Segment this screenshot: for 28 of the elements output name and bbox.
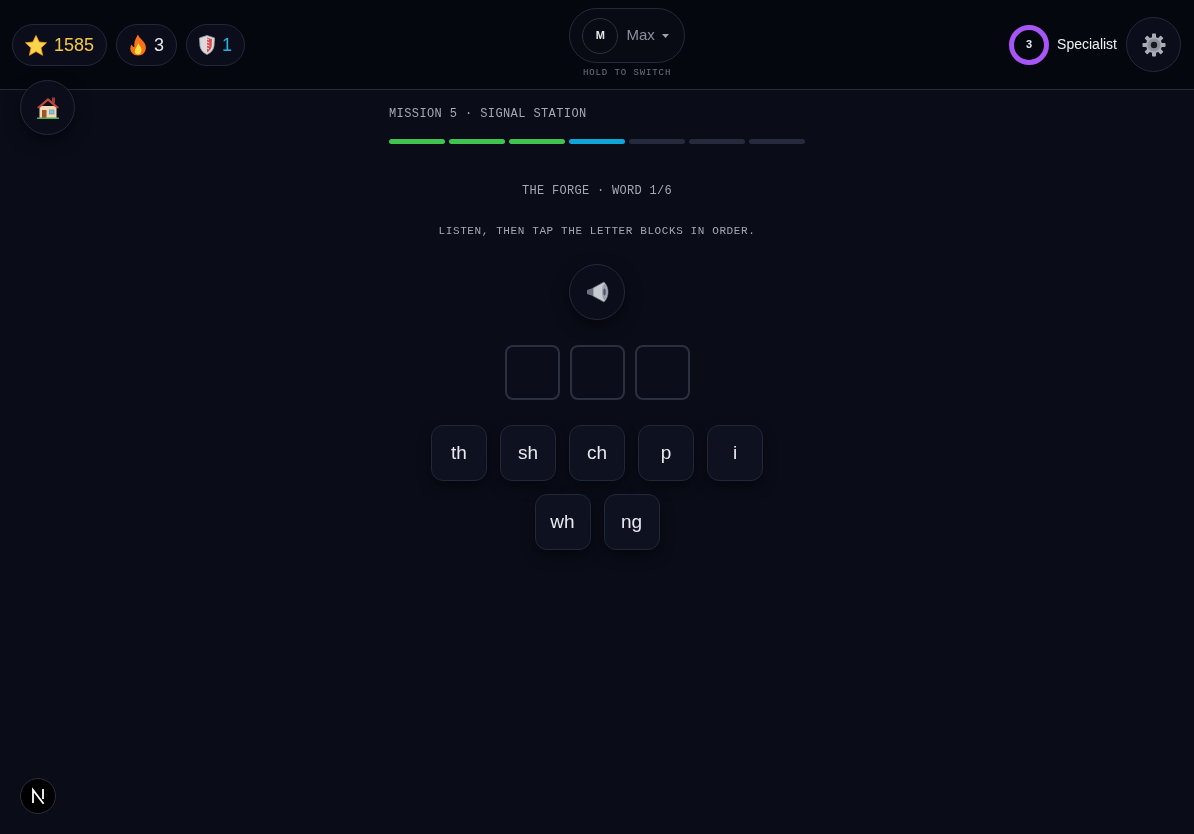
avatar-initial: M	[582, 17, 619, 54]
shield-icon	[199, 35, 216, 55]
house-icon	[35, 96, 60, 119]
caret-icon	[661, 33, 669, 38]
rank-badge: 3	[1009, 24, 1050, 65]
instruction-text: LISTEN, THEN TAP THE LETTER BLOCKS IN ORDER.	[438, 224, 756, 239]
n-logo-icon[interactable]	[20, 778, 56, 814]
stat-value: 1	[222, 36, 233, 54]
profile-name: Max	[626, 25, 655, 46]
letter-block[interactable]: ng	[603, 494, 660, 550]
stat-value: 3	[154, 36, 165, 54]
letter-block[interactable]: wh	[534, 494, 591, 550]
speaker-icon	[585, 281, 609, 303]
switch-hint: HOLD TO SWITCH	[582, 67, 672, 79]
letter-block[interactable]: p	[638, 425, 694, 481]
rank-title: Specialist	[1057, 35, 1117, 54]
letter-block[interactable]: th	[431, 425, 487, 481]
word-header: THE FORGE · WORD 1/6	[522, 183, 672, 199]
letter-block[interactable]: ch	[569, 425, 625, 481]
star-icon	[25, 34, 47, 56]
letter-block[interactable]: sh	[500, 425, 556, 481]
mission-title: MISSION 5 · SIGNAL STATION	[389, 106, 588, 122]
stat-value: 1585	[54, 36, 95, 54]
settings-icon	[1141, 32, 1166, 57]
flame-icon	[129, 34, 148, 56]
profile-switcher[interactable]: M Max	[569, 8, 685, 63]
letter-block[interactable]: i	[707, 425, 763, 481]
play-sound-button[interactable]	[569, 264, 625, 320]
